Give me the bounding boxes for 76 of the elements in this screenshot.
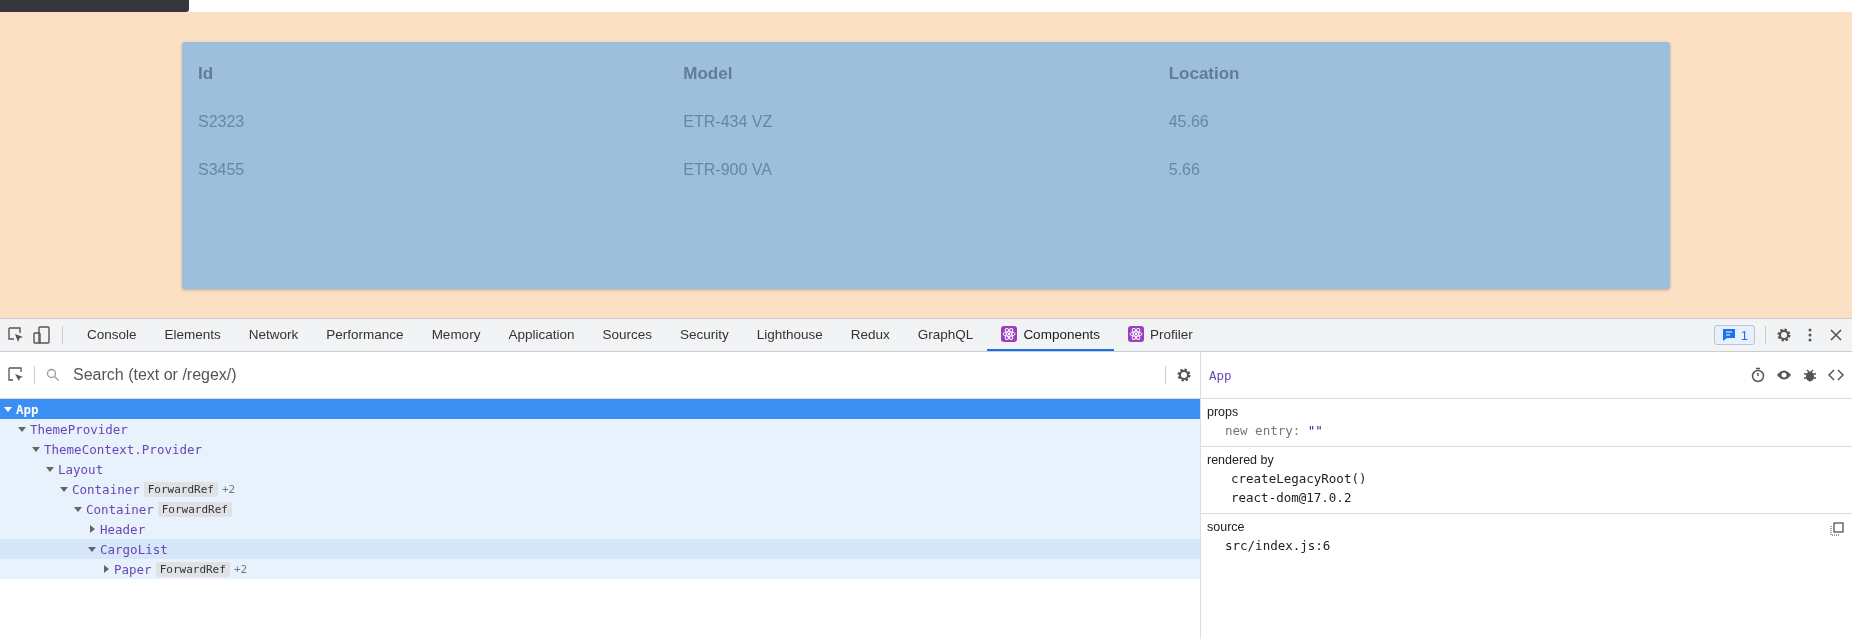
table-cell-text: ETR-900 VA — [683, 161, 773, 179]
devtools-tab[interactable]: Redux — [836, 319, 904, 351]
caret-right-icon[interactable] — [102, 565, 110, 573]
table-cell-text: 5.66 — [1168, 161, 1201, 179]
table-cell-text: S3455 — [198, 161, 246, 179]
caret-down-icon[interactable] — [60, 485, 68, 493]
stopwatch-icon[interactable] — [1750, 367, 1766, 383]
tree-row[interactable]: Paper ForwardRef +2 — [0, 559, 1200, 579]
atom-icon — [1001, 326, 1018, 342]
component-name: App — [16, 401, 39, 417]
search-field[interactable]: Search (text or /regex/) — [71, 365, 1155, 385]
devtools-tab[interactable]: Performance — [312, 319, 418, 351]
copy-icon[interactable] — [1830, 522, 1844, 536]
tree-row[interactable]: Header — [0, 519, 1200, 539]
hoc-count: +2 — [233, 562, 248, 576]
table-cell-text: 45.66 — [1168, 113, 1210, 131]
section-title: rendered by — [1207, 453, 1274, 467]
tree-row[interactable]: ThemeProvider — [0, 419, 1200, 439]
caret-down-icon[interactable] — [4, 405, 12, 413]
tree-row[interactable]: CargoList — [0, 539, 1200, 559]
hoc-badge: ForwardRef — [157, 501, 232, 517]
table-cell-text: ETR-434 VZ — [683, 113, 774, 131]
hoc-badge: ForwardRef — [155, 561, 230, 577]
source-location[interactable]: src/index.js:6 — [1207, 538, 1846, 553]
selected-component-name: App — [1209, 367, 1232, 383]
device-icon[interactable] — [32, 325, 52, 345]
devtools-tab[interactable]: Profiler — [1113, 319, 1207, 351]
tree-row[interactable]: Container ForwardRef — [0, 499, 1200, 519]
tree-row[interactable]: Container ForwardRef +2 — [0, 479, 1200, 499]
atom-icon — [1127, 326, 1144, 342]
devtools-tab[interactable]: Sources — [588, 319, 666, 351]
settings-icon[interactable] — [1776, 327, 1792, 343]
select-element-icon[interactable] — [8, 367, 24, 383]
close-icon[interactable] — [1828, 327, 1844, 343]
renderer-entry: createLegacyRoot() — [1230, 471, 1368, 486]
column-header: Location — [1168, 64, 1241, 84]
hoc-count: +2 — [221, 482, 236, 496]
renderer-entry: react-dom@17.0.2 — [1230, 490, 1353, 505]
devtools-tab[interactable]: Memory — [417, 319, 495, 351]
column-header: Id — [198, 64, 215, 84]
devtools-tab[interactable]: Security — [665, 319, 743, 351]
devtools-tab[interactable]: Application — [494, 319, 589, 351]
search-icon — [45, 367, 61, 383]
devtools-tab[interactable]: GraphQL — [903, 319, 988, 351]
tree-row[interactable]: Layout — [0, 459, 1200, 479]
component-name: Layout — [58, 461, 104, 477]
hoc-badge: ForwardRef — [143, 481, 218, 497]
caret-down-icon[interactable] — [32, 445, 40, 453]
bug-icon[interactable] — [1802, 367, 1818, 383]
caret-down-icon[interactable] — [18, 425, 26, 433]
code-icon[interactable] — [1828, 367, 1844, 383]
devtools-tab[interactable]: Components — [987, 319, 1114, 351]
devtools-tab[interactable]: Elements — [150, 319, 235, 351]
table-cell-text: S2323 — [198, 113, 246, 131]
settings-icon[interactable] — [1176, 367, 1192, 383]
component-name: CargoList — [100, 541, 168, 557]
caret-down-icon[interactable] — [46, 465, 54, 473]
message-icon — [1720, 327, 1737, 343]
caret-down-icon[interactable] — [88, 545, 96, 553]
messages-button[interactable]: 1 — [1713, 325, 1755, 345]
devtools-tab[interactable]: Console — [73, 319, 151, 351]
caret-right-icon[interactable] — [88, 525, 96, 533]
component-name: Container — [72, 481, 140, 497]
caret-down-icon[interactable] — [74, 505, 82, 513]
component-name: ThemeProvider — [30, 421, 128, 437]
devtools-tab[interactable]: Lighthouse — [742, 319, 837, 351]
component-name: Header — [100, 521, 146, 537]
column-header: Model — [683, 64, 734, 84]
section-title: source — [1207, 520, 1245, 534]
tree-row[interactable]: ThemeContext.Provider — [0, 439, 1200, 459]
devtools-tab[interactable]: Network — [234, 319, 313, 351]
component-name: Paper — [114, 561, 152, 577]
prop-entry[interactable]: new entry: "" — [1207, 423, 1846, 438]
component-name: ThemeContext.Provider — [44, 441, 203, 457]
component-name: Container — [86, 501, 154, 517]
section-title: props — [1207, 405, 1239, 419]
